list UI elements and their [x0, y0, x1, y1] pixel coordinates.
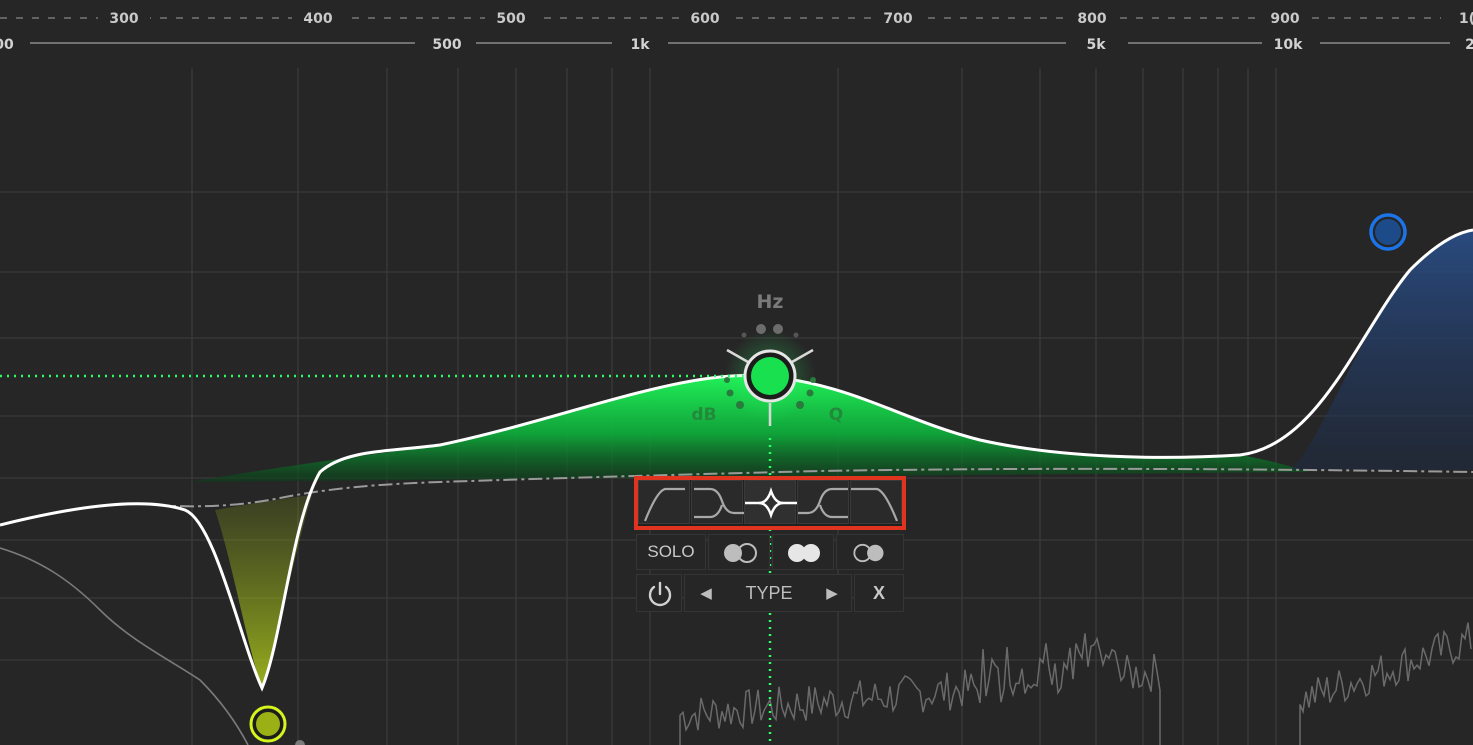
frequency-label-top: 800	[1077, 11, 1106, 27]
frequency-label-bottom: 00	[0, 37, 14, 53]
band-pass-icon	[851, 487, 899, 522]
stereo-right-button[interactable]	[836, 534, 904, 570]
frequency-label-top: 1(	[1459, 11, 1473, 27]
band-control-panel: SOLO ◀ TYPE ▶ X	[634, 476, 906, 612]
frequency-label-bottom: 2	[1465, 37, 1473, 53]
frequency-label-bottom: 10k	[1274, 37, 1303, 53]
low-cut-icon	[643, 487, 685, 522]
stereo-right-icon	[853, 543, 884, 563]
bell-icon	[745, 487, 797, 519]
frequency-label-top: 900	[1270, 11, 1299, 27]
high-shelf-icon	[798, 487, 848, 519]
power-icon	[648, 581, 672, 607]
eq-display[interactable]: 300 400 500 600 700 800 900 1( 00 500 1k 5k 10k 2	[0, 0, 1473, 745]
solo-button[interactable]: SOLO	[636, 534, 706, 570]
frequency-label-bottom: 5k	[1086, 37, 1106, 53]
low-shelf-icon	[694, 487, 744, 519]
filter-type-selector	[634, 476, 906, 530]
stereo-left-button[interactable]	[708, 534, 770, 570]
frequency-label-top: 400	[303, 11, 332, 27]
frequency-label-top: 700	[883, 11, 912, 27]
frequency-label-top: 600	[690, 11, 719, 27]
band-power-button[interactable]	[636, 574, 682, 612]
filter-type-selector-row: ◀ TYPE ▶	[684, 574, 852, 612]
filter-type-bell[interactable]	[744, 480, 797, 524]
high-shelf-band-node[interactable]	[1369, 213, 1407, 251]
previous-type-arrow-icon[interactable]: ◀	[691, 575, 721, 611]
filter-type-low-shelf[interactable]	[691, 480, 744, 524]
frequency-handle-label: Hz	[757, 291, 784, 313]
stereo-left-icon	[724, 543, 757, 563]
close-band-button[interactable]: X	[854, 574, 904, 612]
frequency-label-top: 300	[109, 11, 138, 27]
next-type-arrow-icon[interactable]: ▶	[817, 575, 847, 611]
band-controls-row: ◀ TYPE ▶ X	[636, 574, 904, 612]
frequency-label-bottom: 500	[432, 37, 461, 53]
gain-handle-label: dB	[691, 405, 716, 425]
filter-type-low-cut[interactable]	[638, 480, 690, 524]
filter-type-band-pass[interactable]	[850, 480, 902, 524]
frequency-label-bottom: 1k	[630, 37, 650, 53]
stereo-both-button[interactable]	[772, 534, 834, 570]
bell-node-handle[interactable]	[751, 357, 789, 395]
filter-type-high-shelf[interactable]	[797, 480, 849, 524]
stereo-both-icon	[788, 544, 820, 562]
notch-band-node[interactable]	[249, 705, 287, 743]
type-label: TYPE	[745, 583, 793, 603]
frequency-label-top: 500	[496, 11, 525, 27]
solo-row: SOLO	[636, 534, 904, 570]
q-handle-label: Q	[829, 405, 843, 425]
